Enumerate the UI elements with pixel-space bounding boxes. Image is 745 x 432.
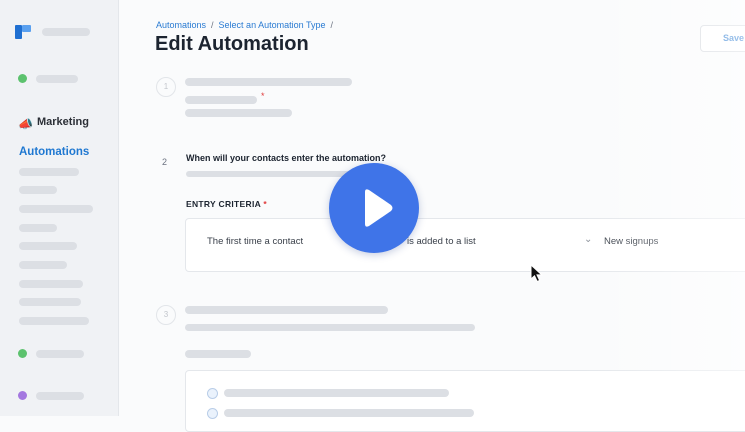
step-3-options-box xyxy=(185,370,745,432)
radio-option[interactable] xyxy=(207,388,218,399)
sidebar-item-placeholder[interactable] xyxy=(19,205,93,213)
chevron-down-icon[interactable]: ⌄ xyxy=(584,234,592,245)
breadcrumb-select-type[interactable]: Select an Automation Type xyxy=(219,20,326,30)
step-1-title-placeholder xyxy=(185,78,352,86)
entry-criteria-label: ENTRY CRITERIA * xyxy=(186,199,268,209)
save-button[interactable]: Save xyxy=(700,25,745,52)
option-label-placeholder xyxy=(224,389,449,397)
sidebar-item-marketing[interactable]: Marketing xyxy=(37,116,89,128)
step-1-field-placeholder[interactable] xyxy=(185,109,292,117)
app-logo[interactable] xyxy=(15,25,31,39)
entry-criteria-row: The first time a contact is added to a l… xyxy=(185,218,745,272)
sidebar-item-placeholder[interactable] xyxy=(19,168,79,176)
step-1-indicator: 1 xyxy=(156,77,176,97)
status-dot-icon xyxy=(18,349,27,358)
sidebar-item-automations[interactable]: Automations xyxy=(19,146,89,158)
breadcrumb-separator: / xyxy=(211,20,214,30)
radio-option[interactable] xyxy=(207,408,218,419)
sidebar-placeholder[interactable] xyxy=(36,350,84,358)
status-dot-icon xyxy=(18,391,27,400)
sidebar-item-placeholder[interactable] xyxy=(19,224,57,232)
breadcrumb-separator: / xyxy=(330,20,333,30)
play-button[interactable] xyxy=(329,163,419,253)
required-marker: * xyxy=(261,91,265,101)
trigger-select[interactable]: The first time a contact xyxy=(207,236,303,247)
sidebar-item-placeholder[interactable] xyxy=(19,280,83,288)
sidebar-placeholder[interactable] xyxy=(36,392,84,400)
page-title: Edit Automation xyxy=(155,33,309,55)
sidebar-placeholder xyxy=(42,28,90,36)
step-3-label-placeholder xyxy=(185,350,251,358)
sidebar-item-placeholder[interactable] xyxy=(19,261,67,269)
mouse-cursor-icon xyxy=(530,264,544,283)
step-3-title-placeholder xyxy=(185,306,388,314)
main-content: Automations / Select an Automation Type / E… xyxy=(118,0,745,432)
megaphone-icon: 📣 xyxy=(18,117,33,131)
step-2-question: When will your contacts enter the automa… xyxy=(186,153,387,163)
sidebar-placeholder xyxy=(36,75,78,83)
sidebar-item-placeholder[interactable] xyxy=(19,317,89,325)
step-1-label-placeholder xyxy=(185,96,257,104)
breadcrumb-automations[interactable]: Automations xyxy=(156,20,206,30)
play-icon xyxy=(365,189,393,227)
step-3-helper-placeholder xyxy=(185,324,475,331)
sidebar: 📣 Marketing Automations xyxy=(0,0,119,416)
step-3-indicator: 3 xyxy=(156,305,176,325)
sidebar-item-placeholder[interactable] xyxy=(19,242,77,250)
breadcrumb: Automations / Select an Automation Type / xyxy=(156,20,338,30)
list-select[interactable]: New signups xyxy=(604,236,658,247)
step-2-indicator: 2 xyxy=(162,157,168,167)
sidebar-item-placeholder[interactable] xyxy=(19,298,81,306)
sidebar-item-placeholder[interactable] xyxy=(19,186,57,194)
status-dot-icon xyxy=(18,74,27,83)
